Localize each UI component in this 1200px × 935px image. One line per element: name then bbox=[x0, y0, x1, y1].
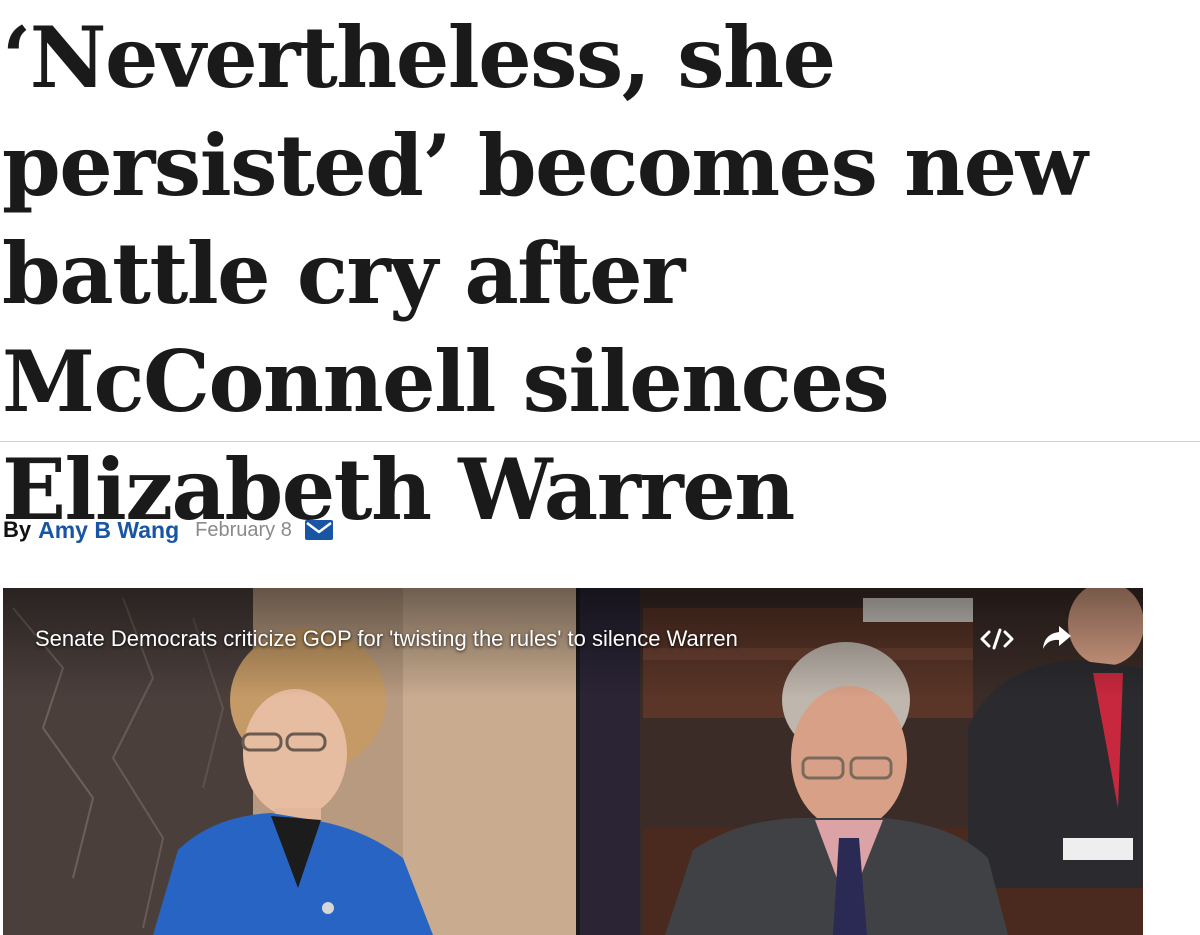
video-title[interactable]: Senate Democrats criticize GOP for 'twis… bbox=[35, 626, 738, 652]
video-player[interactable]: Senate Democrats criticize GOP for 'twis… bbox=[3, 588, 1143, 935]
article-headline: ‘Nevertheless, she persisted’ becomes ne… bbox=[2, 8, 1088, 539]
embed-code-icon[interactable] bbox=[979, 624, 1015, 654]
byline-by-label: By bbox=[3, 517, 32, 542]
author-link[interactable]: Amy B Wang bbox=[38, 517, 179, 544]
mail-icon[interactable] bbox=[304, 519, 334, 541]
byline: By Amy B Wang February 8 bbox=[3, 513, 334, 547]
publish-date: February 8 bbox=[195, 518, 292, 541]
headline-divider bbox=[0, 441, 1200, 442]
share-arrow-icon[interactable] bbox=[1039, 622, 1073, 654]
